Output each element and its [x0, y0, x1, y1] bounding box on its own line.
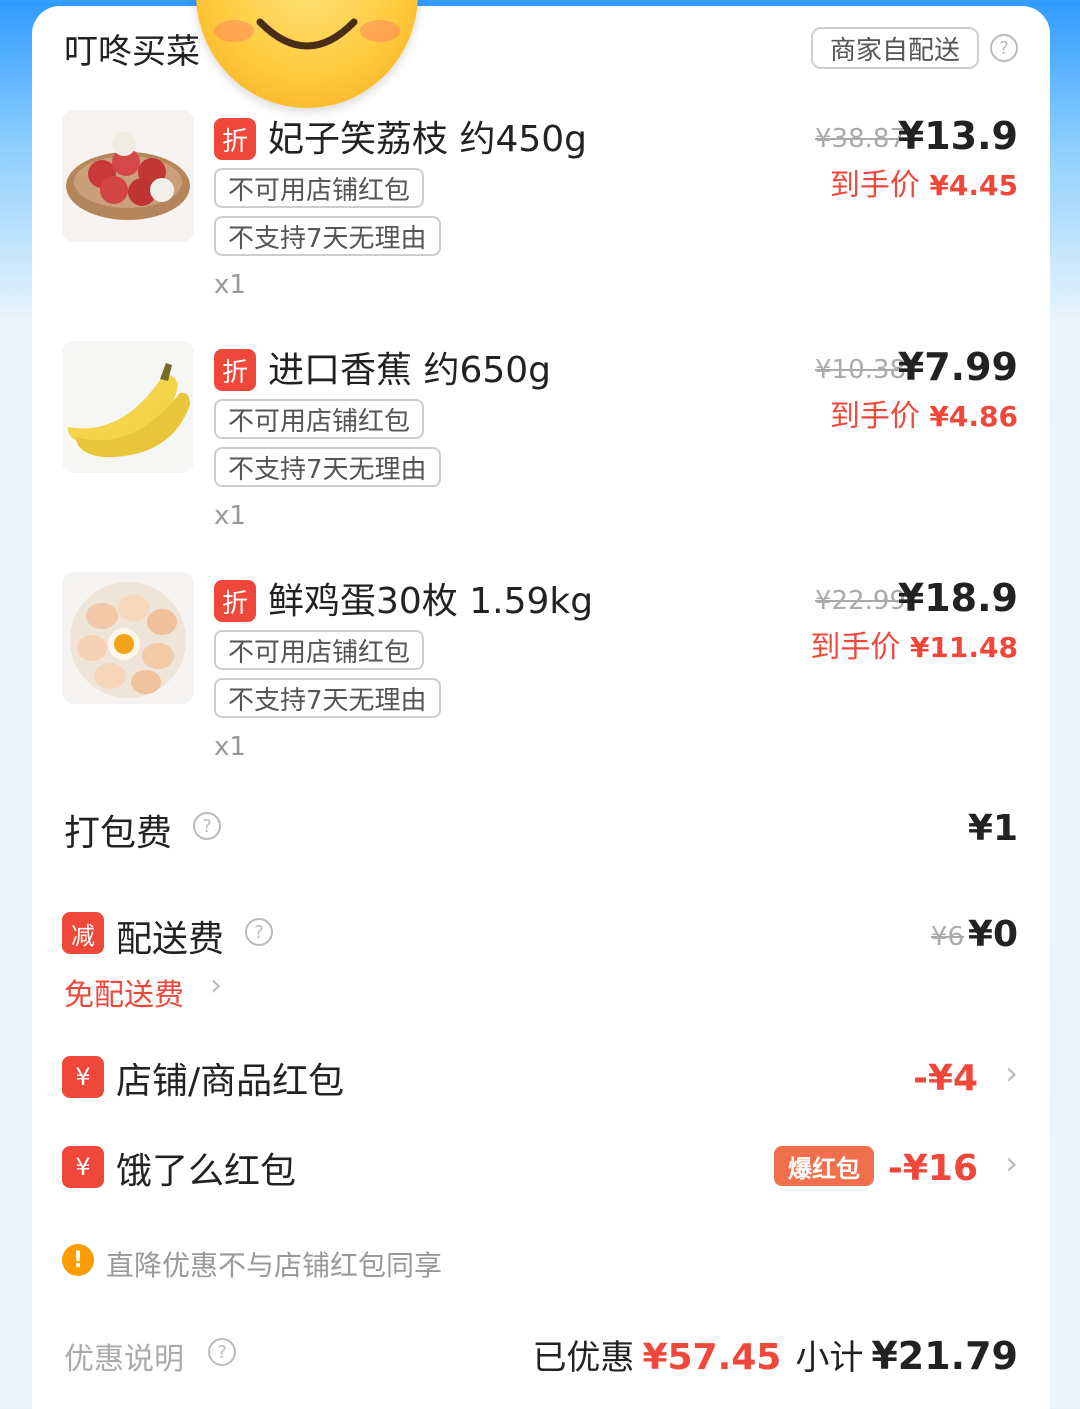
- delivery-type-tag: 商家自配送: [811, 27, 979, 69]
- no-store-coupon-tag: 不可用店铺红包: [214, 399, 425, 439]
- cart-item[interactable]: 折 妃子笑荔枝 约450g 不可用店铺红包 不支持7天无理由 x1 ¥38.87…: [0, 110, 1080, 330]
- packing-fee-label: 打包费: [64, 813, 173, 854]
- no-store-coupon-tag: 不可用店铺红包: [214, 630, 425, 670]
- no-7day-return-tag: 不支持7天无理由: [214, 447, 441, 487]
- saved-label: 已优惠: [532, 1338, 635, 1378]
- current-price: ¥13.9: [897, 114, 1018, 158]
- yuan-badge: ¥: [62, 1056, 104, 1098]
- product-name[interactable]: 鲜鸡蛋30枚 1.59kg: [268, 572, 593, 624]
- notice-text: 直降优惠不与店铺红包同享: [106, 1249, 443, 1282]
- final-price-value: ¥4.45: [929, 169, 1018, 202]
- store-coupon-amount[interactable]: -¥4: [913, 1058, 978, 1099]
- packing-fee-amount: ¥1: [967, 808, 1018, 849]
- eleme-coupon-label: 饿了么红包: [116, 1151, 297, 1192]
- no-store-coupon-tag: 不可用店铺红包: [214, 168, 425, 208]
- discount-badge: 折: [214, 118, 256, 160]
- current-price: ¥7.99: [897, 345, 1018, 389]
- banana-icon: [62, 341, 194, 473]
- final-price: 到手价 ¥4.86: [830, 391, 1018, 435]
- no-7day-return-tag: 不支持7天无理由: [214, 216, 441, 256]
- eleme-coupon-amount[interactable]: -¥16: [888, 1148, 978, 1189]
- final-price: 到手价 ¥4.45: [830, 160, 1018, 204]
- saved-amount: ¥57.45: [642, 1337, 782, 1378]
- totals: 已优惠 ¥57.45 小计 ¥21.79: [532, 1330, 1018, 1379]
- eggs-image[interactable]: [62, 572, 194, 704]
- final-price-label: 到手价: [829, 168, 920, 203]
- product-name[interactable]: 进口香蕉 约650g: [268, 341, 551, 393]
- quantity: x1: [214, 270, 246, 300]
- original-price: ¥38.87: [815, 124, 906, 154]
- help-icon[interactable]: ?: [990, 34, 1018, 62]
- product-name[interactable]: 妃子笑荔枝 约450g: [268, 110, 587, 162]
- current-price: ¥18.9: [897, 576, 1018, 620]
- lychee-image[interactable]: [62, 110, 194, 242]
- discount-badge: 折: [214, 349, 256, 391]
- banana-image[interactable]: [62, 341, 194, 473]
- eggs-icon: [62, 572, 194, 704]
- boom-coupon-tag: 爆红包: [774, 1146, 874, 1186]
- sunglasses-icon: [218, 0, 396, 6]
- reduce-badge: 减: [62, 912, 104, 954]
- blush-right: [360, 20, 400, 42]
- discount-info-link[interactable]: 优惠说明: [64, 1334, 184, 1378]
- chevron-right-icon[interactable]: ›: [210, 968, 222, 1003]
- discount-badge: 折: [214, 580, 256, 622]
- chevron-right-icon[interactable]: ›: [1005, 1144, 1018, 1182]
- delivery-fee-amount: ¥0: [967, 914, 1018, 955]
- subtotal-label: 小计: [795, 1338, 864, 1378]
- delivery-fee-label: 配送费: [116, 919, 225, 960]
- free-delivery-text[interactable]: 免配送费: [64, 970, 184, 1014]
- store-coupon-label: 店铺/商品红包: [116, 1061, 345, 1102]
- help-icon[interactable]: ?: [245, 918, 273, 946]
- quantity: x1: [214, 732, 246, 762]
- yuan-badge: ¥: [62, 1146, 104, 1188]
- final-price-value: ¥11.48: [909, 631, 1018, 664]
- final-price-value: ¥4.86: [929, 400, 1018, 433]
- original-price: ¥10.38: [815, 355, 906, 385]
- cart-item[interactable]: 折 进口香蕉 约650g 不可用店铺红包 不支持7天无理由 x1 ¥10.38 …: [0, 341, 1080, 561]
- help-icon[interactable]: ?: [193, 812, 221, 840]
- final-price: 到手价 ¥11.48: [810, 622, 1018, 666]
- final-price-label: 到手价: [829, 399, 920, 434]
- help-icon[interactable]: ?: [208, 1338, 236, 1366]
- delivery-fee-original: ¥6: [930, 922, 964, 952]
- no-7day-return-tag: 不支持7天无理由: [214, 678, 441, 718]
- store-name[interactable]: 叮咚买菜: [64, 24, 200, 73]
- warning-icon: !: [62, 1244, 94, 1276]
- original-price: ¥22.99: [815, 586, 906, 616]
- final-price-label: 到手价: [810, 630, 901, 665]
- chevron-right-icon[interactable]: ›: [1005, 1054, 1018, 1092]
- cart-item[interactable]: 折 鲜鸡蛋30枚 1.59kg 不可用店铺红包 不支持7天无理由 x1 ¥22.…: [0, 572, 1080, 792]
- subtotal-amount: ¥21.79: [871, 1334, 1018, 1378]
- lychee-icon: [62, 110, 194, 242]
- blush-left: [214, 20, 254, 42]
- smile-mouth-icon: [256, 18, 358, 50]
- quantity: x1: [214, 501, 246, 531]
